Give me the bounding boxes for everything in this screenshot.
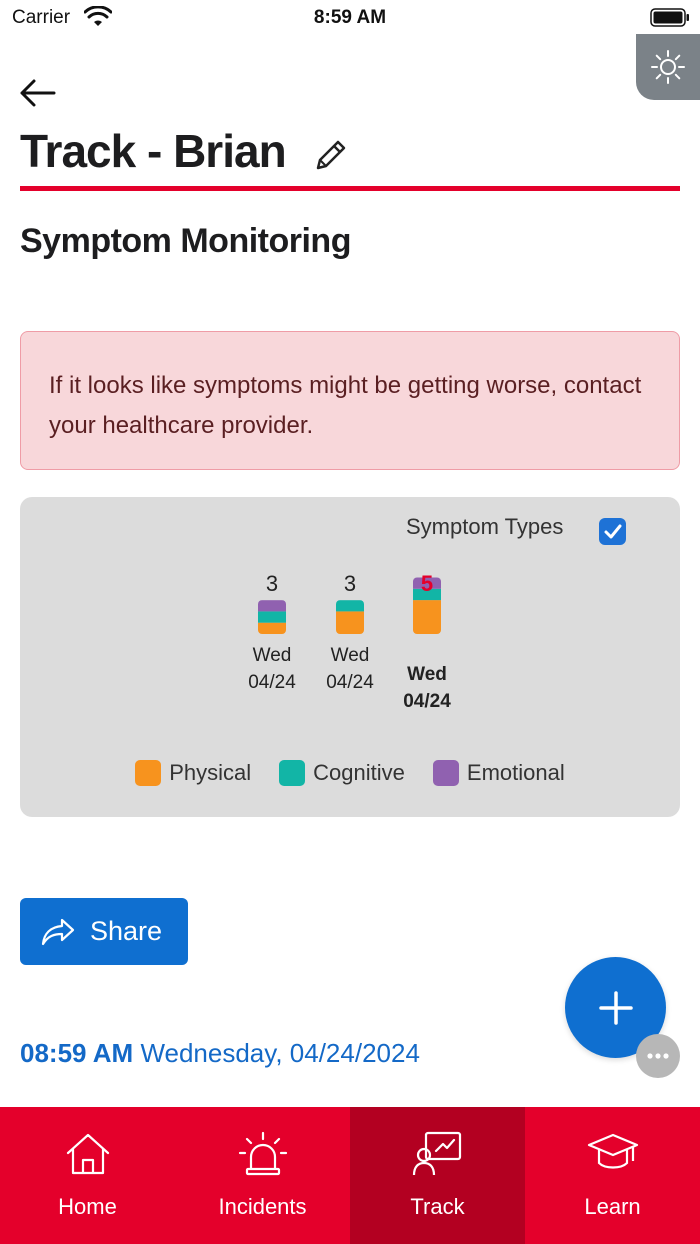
legend-item-emotional: Emotional (432, 760, 565, 786)
bar-date-label: 04/24 (403, 691, 451, 712)
bar-day-label: Wed (331, 645, 370, 666)
bar-day-label: Wed (253, 645, 292, 666)
more-options-button[interactable] (636, 1034, 680, 1078)
pencil-icon (316, 140, 346, 170)
tab-label: Home (58, 1194, 117, 1219)
symptom-bar-chart: 3 Wed 04/24 3 Wed 04/24 5 Wed 04/24 (248, 571, 451, 712)
page-title: Track - Brian (20, 125, 287, 177)
legend-label: Cognitive (313, 760, 405, 785)
bar-day-label: Wed (407, 664, 447, 685)
track-chart-icon (412, 1131, 461, 1176)
bar-date-label: 04/24 (248, 672, 296, 693)
legend-label: Emotional (466, 760, 565, 785)
bar-segment-physical (336, 611, 364, 634)
tab-incidents[interactable]: Incidents (175, 1107, 350, 1244)
tab-label: Learn (584, 1194, 641, 1219)
symptom-chart-card: Symptom Types 3 Wed 04/24 3 Wed 04/24 5 Wed 04/2… (20, 497, 680, 817)
legend-swatch (432, 760, 459, 786)
bar-segment-cognitive (258, 611, 286, 623)
sun-icon (651, 50, 685, 84)
entry-timestamp[interactable]: 08:59 AM Wednesday, 04/24/2024 (20, 1038, 420, 1069)
plus-icon (598, 990, 633, 1025)
tab-track[interactable]: Track (350, 1107, 525, 1244)
legend-swatch (279, 760, 306, 786)
legend-label: Physical (169, 760, 252, 785)
warning-text: If it looks like symptoms might be getti… (49, 372, 642, 439)
theme-toggle-button[interactable] (636, 34, 700, 100)
ellipsis-icon (647, 1053, 669, 1059)
status-bar: Carrier 8:59 AM (0, 0, 700, 36)
bottom-tab-bar: Home Incidents Track Learn (0, 1107, 700, 1244)
graduation-cap-icon (587, 1133, 638, 1169)
status-time: 8:59 AM (313, 7, 387, 28)
bar-segment-cognitive (336, 600, 364, 612)
tab-learn[interactable]: Learn (525, 1107, 700, 1244)
home-icon (66, 1133, 109, 1175)
bar-total-label: 3 (344, 571, 356, 596)
legend-item-physical: Physical (135, 760, 251, 786)
title-divider (20, 186, 680, 191)
legend-swatch (135, 760, 162, 786)
chart-legend: Physical Cognitive Emotional (20, 760, 680, 786)
entry-time: 08:59 AM (20, 1038, 134, 1068)
stacked-bar (258, 600, 286, 634)
bar-date-label: 04/24 (326, 672, 374, 693)
bar-segment-physical (413, 600, 441, 634)
back-button[interactable] (18, 76, 58, 110)
bar-total-label: 5 (421, 571, 433, 596)
legend-item-cognitive: Cognitive (279, 760, 405, 786)
bar-segment-physical (258, 622, 286, 634)
back-arrow-icon (20, 79, 56, 107)
warning-alert: If it looks like symptoms might be getti… (20, 331, 680, 470)
entry-date: Wednesday, 04/24/2024 (140, 1038, 420, 1068)
tab-label: Track (410, 1194, 465, 1219)
alarm-icon (238, 1131, 287, 1176)
tab-label: Incidents (218, 1194, 307, 1219)
stacked-bar (336, 600, 364, 634)
share-label: Share (90, 916, 163, 946)
bar-segment-emotional (258, 600, 286, 612)
battery-icon (650, 8, 689, 27)
edit-name-button[interactable] (310, 134, 352, 176)
section-title: Symptom Monitoring (20, 222, 351, 260)
bar-total-label: 3 (266, 571, 278, 596)
tab-home[interactable]: Home (0, 1107, 175, 1244)
share-arrow-icon (41, 918, 75, 945)
share-button[interactable]: Share (20, 898, 188, 965)
